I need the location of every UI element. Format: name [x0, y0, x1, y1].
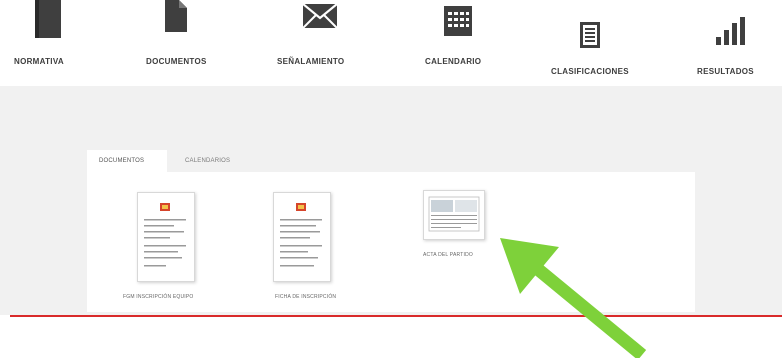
- green-arrow-annotation: [500, 238, 647, 358]
